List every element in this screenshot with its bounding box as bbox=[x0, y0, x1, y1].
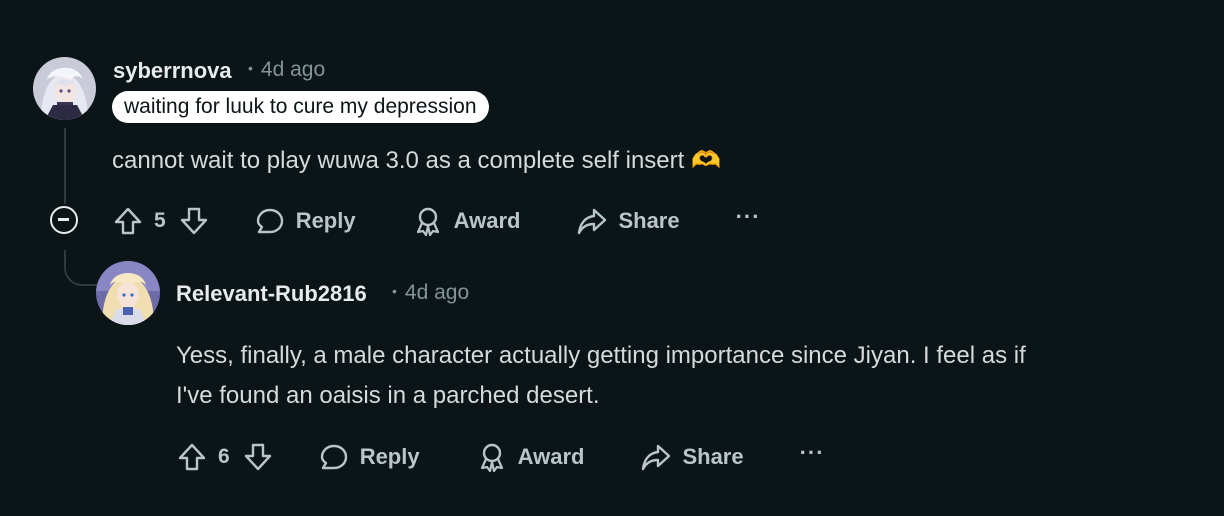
comment-thread: syberrnova • 4d ago waiting for luuk to c… bbox=[0, 0, 1224, 516]
reply-icon bbox=[256, 208, 283, 234]
separator-dot: • bbox=[392, 283, 397, 299]
username[interactable]: Relevant-Rub2816 bbox=[176, 281, 367, 307]
share-icon bbox=[642, 444, 671, 471]
separator-dot: • bbox=[248, 60, 253, 76]
avatar[interactable] bbox=[33, 57, 96, 120]
share-label: Share bbox=[618, 208, 680, 233]
reply-button[interactable]: Reply bbox=[254, 205, 356, 237]
user-flair: waiting for luuk to cure my depression bbox=[112, 91, 489, 123]
award-icon bbox=[480, 443, 503, 473]
vote-control: 5 bbox=[112, 205, 210, 237]
downvote-icon[interactable] bbox=[242, 441, 274, 473]
avatar[interactable] bbox=[96, 261, 160, 325]
upvote-icon[interactable] bbox=[176, 441, 208, 473]
vote-count: 6 bbox=[218, 445, 230, 468]
comment-text-line: I've found an oaisis in a parched desert… bbox=[176, 382, 600, 409]
comment-text: cannot wait to play wuwa 3.0 as a comple… bbox=[112, 147, 685, 174]
thread-line bbox=[64, 128, 66, 204]
comment-body: Yess, finally, a male character actually… bbox=[176, 336, 1206, 416]
award-label: Award bbox=[453, 208, 521, 233]
more-options-button[interactable]: ··· bbox=[800, 440, 825, 466]
award-button[interactable]: Award bbox=[476, 441, 585, 473]
collapse-thread-button[interactable] bbox=[50, 206, 78, 234]
share-label: Share bbox=[682, 444, 744, 469]
share-button[interactable]: Share bbox=[576, 205, 680, 237]
timestamp: • 4d ago bbox=[392, 281, 469, 305]
reply-button[interactable]: Reply bbox=[318, 441, 420, 473]
award-label: Award bbox=[517, 444, 585, 469]
share-button[interactable]: Share bbox=[640, 441, 744, 473]
reply-icon bbox=[320, 444, 347, 470]
heart-hands-emoji: 🫶 bbox=[690, 146, 721, 174]
share-icon bbox=[578, 208, 607, 235]
time-ago: 4d ago bbox=[404, 281, 470, 304]
time-ago: 4d ago bbox=[260, 58, 326, 81]
award-icon bbox=[416, 207, 439, 237]
award-button[interactable]: Award bbox=[412, 205, 521, 237]
vote-count: 5 bbox=[154, 209, 166, 232]
username[interactable]: syberrnova bbox=[113, 58, 232, 84]
upvote-icon[interactable] bbox=[112, 205, 144, 237]
timestamp: • 4d ago bbox=[248, 58, 325, 82]
action-bar: 5 Reply Award Share ··· bbox=[112, 203, 761, 239]
comment-body: cannot wait to play wuwa 3.0 as a comple… bbox=[112, 140, 721, 181]
action-bar: 6 Reply Award Share ··· bbox=[176, 439, 825, 475]
vote-control: 6 bbox=[176, 441, 274, 473]
reply-label: Reply bbox=[359, 444, 420, 469]
more-options-button[interactable]: ··· bbox=[736, 204, 761, 230]
comment-text-line: Yess, finally, a male character actually… bbox=[176, 342, 1026, 369]
thread-connector bbox=[64, 250, 100, 286]
downvote-icon[interactable] bbox=[178, 205, 210, 237]
reply-label: Reply bbox=[295, 208, 356, 233]
